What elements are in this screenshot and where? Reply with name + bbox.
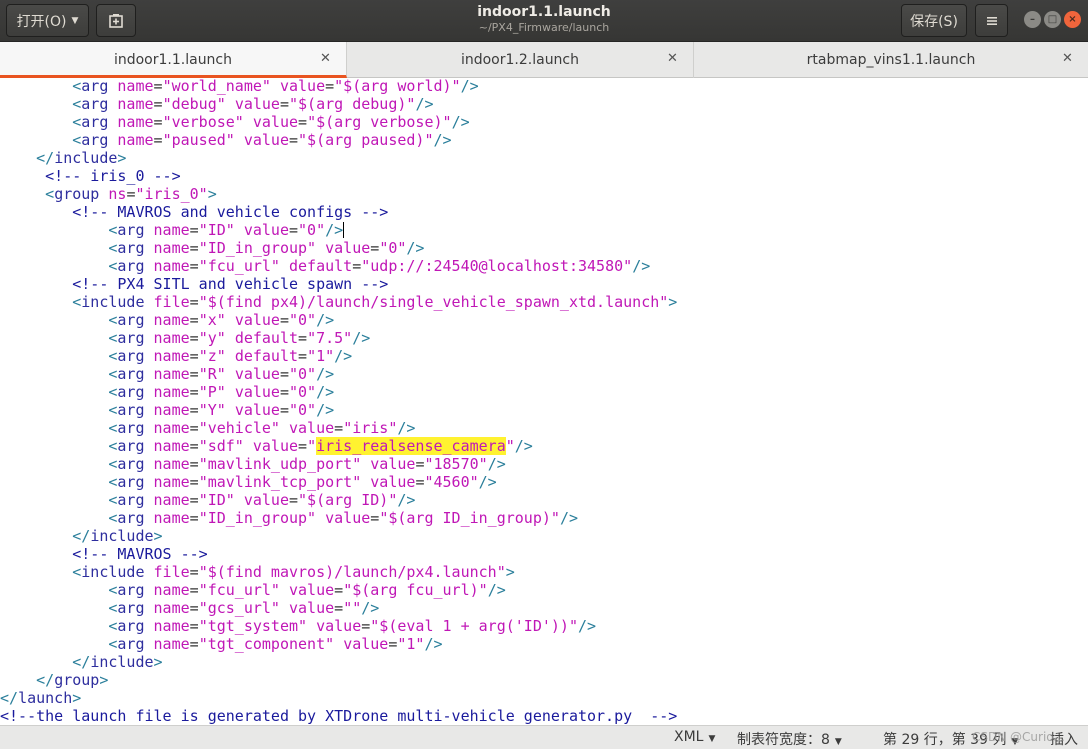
- language-selector[interactable]: XML ▼: [674, 729, 715, 745]
- code-line[interactable]: <arg name="z" default="1"/>: [0, 347, 677, 365]
- code-line[interactable]: <!-- PX4 SITL and vehicle spawn -->: [0, 275, 677, 293]
- close-tab-icon[interactable]: ✕: [320, 51, 331, 66]
- code-line[interactable]: <arg name="mavlink_tcp_port" value="4560…: [0, 473, 677, 491]
- tab-label: indoor1.2.launch: [460, 52, 580, 68]
- watermark: CSDN @Curio...: [972, 730, 1065, 744]
- close-tab-icon[interactable]: ✕: [667, 51, 678, 66]
- code-line[interactable]: <arg name="ID_in_group" value="$(arg ID_…: [0, 509, 677, 527]
- chevron-down-icon: ▼: [71, 15, 79, 26]
- code-line[interactable]: <include file="$(find px4)/launch/single…: [0, 293, 677, 311]
- title-block: indoor1.1.launch ~/PX4_Firmware/launch: [360, 4, 728, 35]
- close-tab-icon[interactable]: ✕: [1062, 51, 1073, 66]
- text-editor[interactable]: <arg name="world_name" value="$(arg worl…: [0, 79, 1088, 725]
- menu-button[interactable]: [975, 4, 1008, 37]
- code-line[interactable]: <arg name="ID" value="$(arg ID)"/>: [0, 491, 677, 509]
- code-line[interactable]: <arg name="debug" value="$(arg debug)"/>: [0, 95, 677, 113]
- code-line[interactable]: <arg name="sdf" value="iris_realsense_ca…: [0, 437, 677, 455]
- document-title: indoor1.1.launch: [477, 4, 611, 20]
- code-line[interactable]: <!-- MAVROS and vehicle configs -->: [0, 203, 677, 221]
- tab-width-label: 制表符宽度：8: [737, 732, 830, 748]
- document-path: ~/PX4_Firmware/launch: [478, 21, 610, 34]
- code-line[interactable]: <arg name="fcu_url" default="udp://:2454…: [0, 257, 677, 275]
- code-line[interactable]: <arg name="gcs_url" value=""/>: [0, 599, 677, 617]
- tab-label: indoor1.1.launch: [113, 52, 233, 68]
- code-line[interactable]: <arg name="P" value="0"/>: [0, 383, 677, 401]
- code-line[interactable]: <!-- MAVROS -->: [0, 545, 677, 563]
- code-view[interactable]: <arg name="world_name" value="$(arg worl…: [0, 79, 677, 725]
- code-line[interactable]: <group ns="iris_0">: [0, 185, 677, 203]
- text-cursor: [343, 222, 345, 238]
- code-line[interactable]: </launch>: [0, 689, 677, 707]
- maximize-window-icon[interactable]: □: [1044, 11, 1061, 28]
- code-line[interactable]: <arg name="x" value="0"/>: [0, 311, 677, 329]
- code-line[interactable]: <arg name="mavlink_udp_port" value="1857…: [0, 455, 677, 473]
- code-line[interactable]: <arg name="fcu_url" value="$(arg fcu_url…: [0, 581, 677, 599]
- code-line[interactable]: </group>: [0, 671, 677, 689]
- tab-indoor1-2[interactable]: indoor1.2.launch ✕: [347, 42, 694, 78]
- open-button-label: 打开(O): [16, 13, 67, 30]
- code-line[interactable]: <!-- iris_0 -->: [0, 167, 677, 185]
- chevron-down-icon: ▼: [834, 737, 842, 747]
- close-window-icon[interactable]: ×: [1064, 11, 1081, 28]
- hamburger-menu-icon: [986, 16, 997, 25]
- search-highlight: iris_realsense_camera: [316, 437, 506, 455]
- save-button[interactable]: 保存(S): [901, 4, 967, 37]
- tab-label: rtabmap_vins1.1.launch: [806, 52, 976, 68]
- status-bar: XML ▼ 制表符宽度：8 ▼ 第 29 行，第 39 列 ▼ 插入 CSDN @Cu…: [0, 725, 1088, 749]
- code-line[interactable]: </include>: [0, 149, 677, 167]
- code-line[interactable]: <arg name="y" default="7.5"/>: [0, 329, 677, 347]
- new-document-button[interactable]: [96, 4, 136, 37]
- code-line[interactable]: <arg name="world_name" value="$(arg worl…: [0, 79, 677, 95]
- save-button-label: 保存(S): [910, 13, 958, 30]
- header-bar: 打开(O) ▼ indoor1.1.launch ~/PX4_Firmware/…: [0, 0, 1088, 42]
- code-line[interactable]: <arg name="R" value="0"/>: [0, 365, 677, 383]
- code-line[interactable]: <arg name="ID_in_group" value="0"/>: [0, 239, 677, 257]
- code-line[interactable]: <!--the launch file is generated by XTDr…: [0, 707, 677, 725]
- code-line[interactable]: </include>: [0, 527, 677, 545]
- code-line[interactable]: <arg name="tgt_system" value="$(eval 1 +…: [0, 617, 677, 635]
- code-line[interactable]: <arg name="tgt_component" value="1"/>: [0, 635, 677, 653]
- code-line[interactable]: </include>: [0, 653, 677, 671]
- new-document-icon: [109, 13, 123, 28]
- tab-width-selector[interactable]: 制表符宽度：8 ▼: [737, 729, 842, 749]
- open-button[interactable]: 打开(O) ▼: [6, 4, 89, 37]
- code-line[interactable]: <arg name="Y" value="0"/>: [0, 401, 677, 419]
- code-line[interactable]: <arg name="ID" value="0"/>: [0, 221, 677, 239]
- tab-indoor1-1[interactable]: indoor1.1.launch ✕: [0, 42, 347, 78]
- chevron-down-icon: ▼: [708, 734, 716, 744]
- language-label: XML: [674, 729, 704, 745]
- code-line[interactable]: <arg name="vehicle" value="iris"/>: [0, 419, 677, 437]
- code-line[interactable]: <include file="$(find mavros)/launch/px4…: [0, 563, 677, 581]
- tab-rtabmap-vins1-1[interactable]: rtabmap_vins1.1.launch ✕: [694, 42, 1088, 78]
- code-line[interactable]: <arg name="paused" value="$(arg paused)"…: [0, 131, 677, 149]
- minimize-window-icon[interactable]: –: [1024, 11, 1041, 28]
- tab-bar: indoor1.1.launch ✕ indoor1.2.launch ✕ rt…: [0, 42, 1088, 78]
- code-line[interactable]: <arg name="verbose" value="$(arg verbose…: [0, 113, 677, 131]
